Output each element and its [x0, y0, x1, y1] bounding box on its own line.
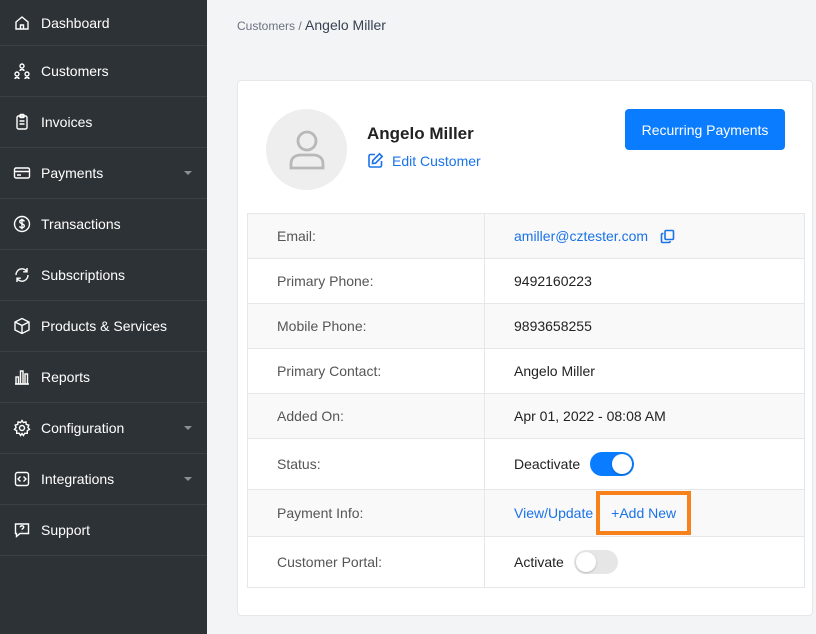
- email-link[interactable]: amiller@cztester.com: [514, 228, 648, 244]
- primary-phone-value: 9492160223: [514, 273, 592, 289]
- sidebar-item-label: Transactions: [41, 216, 121, 232]
- dollar-icon: [12, 214, 32, 234]
- sidebar-item-invoices[interactable]: Invoices: [0, 97, 207, 148]
- breadcrumb-current: Angelo Miller: [305, 17, 386, 33]
- avatar: [266, 109, 347, 190]
- sidebar-item-payments[interactable]: Payments: [0, 148, 207, 199]
- sidebar-item-label: Support: [41, 522, 91, 538]
- sidebar-item-configuration[interactable]: Configuration: [0, 403, 207, 454]
- customer-card: Angelo Miller Edit Customer Recurring Pa…: [237, 80, 813, 616]
- invoice-icon: [12, 112, 32, 132]
- table-row-primary-contact: Primary Contact: Angelo Miller: [248, 349, 804, 394]
- breadcrumb: Customers / Angelo Miller: [237, 17, 386, 33]
- mobile-phone-label: Mobile Phone:: [248, 304, 485, 348]
- chevron-down-icon: [184, 426, 192, 430]
- status-action-label: Deactivate: [514, 456, 581, 472]
- user-icon: [289, 130, 324, 169]
- table-row-payment-info: Payment Info: View/Update +Add New: [248, 490, 804, 537]
- customers-icon: [12, 61, 32, 81]
- sidebar-item-reports[interactable]: Reports: [0, 352, 207, 403]
- email-cell: amiller@cztester.com: [485, 214, 804, 258]
- table-row-customer-portal: Customer Portal: Activate: [248, 537, 804, 587]
- sidebar-item-transactions[interactable]: Transactions: [0, 199, 207, 250]
- table-row-status: Status: Deactivate: [248, 439, 804, 490]
- customer-name: Angelo Miller: [367, 124, 474, 143]
- table-row-mobile-phone: Mobile Phone: 9893658255: [248, 304, 804, 349]
- main-content: Customers / Angelo Miller Angelo Miller …: [207, 0, 816, 634]
- toggle-knob: [575, 552, 596, 572]
- sidebar-item-label: Dashboard: [41, 14, 110, 31]
- breadcrumb-separator: /: [298, 19, 302, 33]
- edit-icon: [368, 152, 384, 168]
- sidebar-item-label: Payments: [41, 165, 104, 181]
- add-new-label: +Add New: [611, 505, 677, 521]
- table-row-email: Email: amiller@cztester.com: [248, 214, 804, 259]
- primary-contact-label: Primary Contact:: [248, 349, 485, 393]
- sidebar-item-label: Reports: [41, 369, 91, 385]
- sidebar-item-label: Integrations: [41, 471, 115, 487]
- sidebar-item-label: Configuration: [41, 420, 125, 436]
- add-new-payment-link[interactable]: +Add New: [596, 491, 692, 535]
- sidebar-item-label: Subscriptions: [41, 267, 126, 283]
- customer-details-table: Email: amiller@cztester.com Primary Phon…: [247, 213, 805, 588]
- code-icon: [12, 469, 32, 489]
- bar-chart-icon: [12, 367, 32, 387]
- sidebar-item-integrations[interactable]: Integrations: [0, 454, 207, 505]
- customer-portal-label: Customer Portal:: [248, 537, 485, 587]
- recurring-payments-button[interactable]: Recurring Payments: [625, 109, 785, 150]
- added-on-label: Added On:: [248, 394, 485, 438]
- table-row-added-on: Added On: Apr 01, 2022 - 08:08 AM: [248, 394, 804, 439]
- portal-action-label: Activate: [514, 554, 564, 570]
- edit-customer-label: Edit Customer: [392, 152, 481, 169]
- chevron-down-icon: [184, 171, 192, 175]
- sidebar-item-customers[interactable]: Customers: [0, 46, 207, 97]
- sidebar-item-dashboard[interactable]: Dashboard: [0, 0, 207, 46]
- toggle-knob: [612, 454, 633, 474]
- table-row-primary-phone: Primary Phone: 9492160223: [248, 259, 804, 304]
- primary-phone-label: Primary Phone:: [248, 259, 485, 303]
- sidebar-item-label: Products & Services: [41, 318, 168, 334]
- breadcrumb-customers-link[interactable]: Customers: [237, 19, 295, 33]
- payment-info-label: Payment Info:: [248, 490, 485, 536]
- chat-question-icon: [12, 520, 32, 540]
- home-icon: [12, 13, 32, 33]
- status-cell: Deactivate: [485, 439, 804, 489]
- customer-portal-cell: Activate: [485, 537, 804, 587]
- email-label: Email:: [248, 214, 485, 258]
- sidebar-item-products-services[interactable]: Products & Services: [0, 301, 207, 352]
- copy-icon[interactable]: [660, 229, 675, 244]
- sidebar-item-subscriptions[interactable]: Subscriptions: [0, 250, 207, 301]
- card-icon: [12, 163, 32, 183]
- status-label: Status:: [248, 439, 485, 489]
- customer-portal-toggle[interactable]: [573, 550, 618, 574]
- sidebar-item-label: Customers: [41, 63, 109, 79]
- gear-icon: [12, 418, 32, 438]
- mobile-phone-value: 9893658255: [514, 318, 592, 334]
- chevron-down-icon: [184, 477, 192, 481]
- sidebar: Dashboard Customers Invoices Payments Tr…: [0, 0, 207, 634]
- primary-contact-value: Angelo Miller: [514, 363, 595, 379]
- sidebar-item-support[interactable]: Support: [0, 505, 207, 556]
- box-icon: [12, 316, 32, 336]
- sidebar-item-label: Invoices: [41, 114, 93, 130]
- added-on-value: Apr 01, 2022 - 08:08 AM: [514, 408, 666, 424]
- refresh-icon: [12, 265, 32, 285]
- status-toggle[interactable]: [590, 452, 635, 476]
- edit-customer-link[interactable]: Edit Customer: [367, 152, 481, 169]
- payment-info-cell: View/Update +Add New: [485, 490, 804, 536]
- view-update-link[interactable]: View/Update: [514, 505, 593, 521]
